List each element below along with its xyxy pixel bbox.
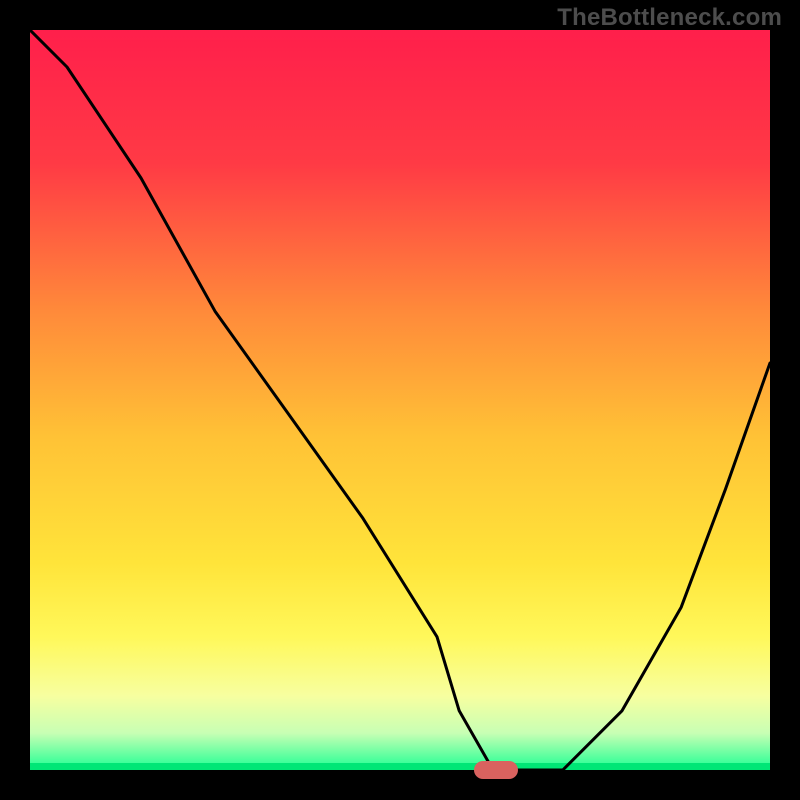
bottleneck-curve (30, 30, 770, 770)
plot-area (30, 30, 770, 770)
chart-frame: TheBottleneck.com (0, 0, 800, 800)
optimal-marker (474, 761, 518, 779)
watermark-text: TheBottleneck.com (557, 4, 782, 32)
